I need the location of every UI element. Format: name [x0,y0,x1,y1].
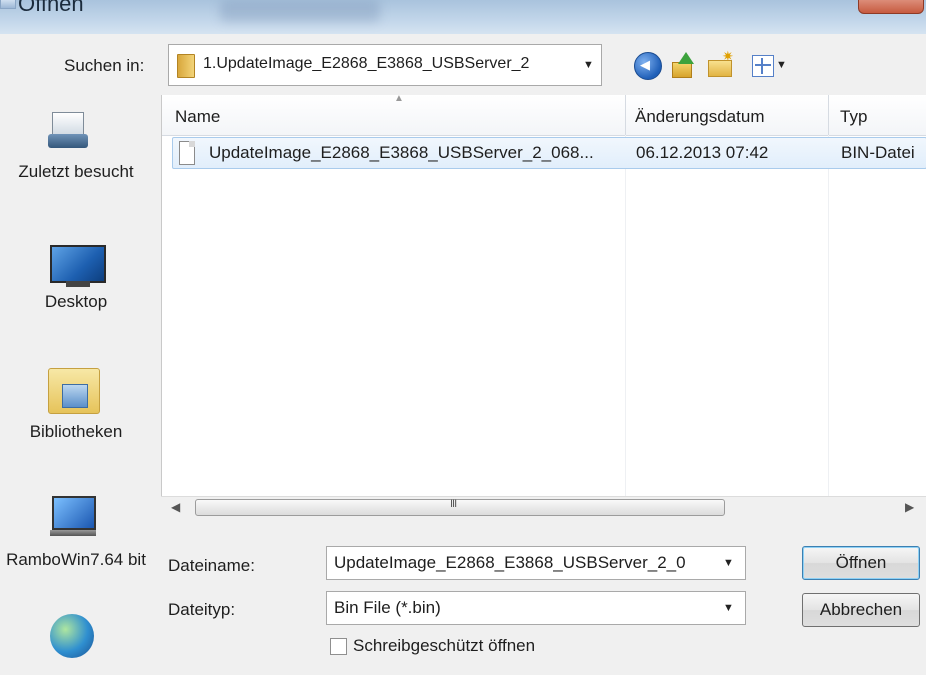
column-gridline [625,135,626,519]
chevron-down-icon[interactable]: ▼ [723,602,734,614]
window-icon [0,0,16,9]
libraries-icon[interactable] [48,368,100,414]
chevron-down-icon[interactable]: ▼ [723,557,734,569]
column-type[interactable]: Typ [840,107,867,127]
column-header-row: ▲ Name Änderungsdatum Typ [162,95,926,136]
filename-combo[interactable]: UpdateImage_E2868_E3868_USBServer_2_0 ▼ [326,546,746,580]
sort-arrow-icon: ▲ [394,95,404,104]
scrollbar-thumb[interactable]: III [195,498,725,516]
desktop-icon[interactable] [50,245,106,287]
recent-places-icon[interactable] [48,108,90,152]
column-divider[interactable] [625,95,626,135]
readonly-checkbox[interactable] [330,638,347,655]
scroll-right-icon[interactable]: ▶ [905,500,914,514]
column-gridline [828,135,829,519]
scrollbar-grip: III [450,498,457,510]
column-name[interactable]: Name [175,107,220,127]
file-name: UpdateImage_E2868_E3868_USBServer_2_068.… [209,143,594,162]
file-icon [179,141,195,165]
lookin-combo[interactable]: 1.UpdateImage_E2868_E3868_USBServer_2 ▼ [168,44,602,86]
filetype-label: Dateityp: [168,600,236,619]
file-type: BIN-Datei [841,143,915,162]
column-date[interactable]: Änderungsdatum [635,107,764,127]
views-dropdown-icon[interactable]: ▼ [776,59,787,71]
filename-input[interactable]: UpdateImage_E2868_E3868_USBServer_2_0 [334,553,714,573]
computer-icon[interactable] [50,496,96,536]
filename-label: Dateiname: [168,556,255,575]
lookin-label: Suchen in: [64,56,145,75]
title-blur [220,0,380,22]
place-desktop[interactable]: Desktop [0,292,152,312]
title-bar: Öffnen [0,0,926,34]
places-bar: Zuletzt besucht Desktop Bibliotheken Ram… [0,88,152,675]
scroll-left-icon[interactable]: ◀ [171,500,180,514]
open-button[interactable]: Öffnen [802,546,920,580]
new-folder-icon[interactable] [708,48,734,78]
file-date: 06.12.2013 07:42 [636,143,769,162]
readonly-label[interactable]: Schreibgeschützt öffnen [353,636,535,656]
table-row[interactable]: UpdateImage_E2868_E3868_USBServer_2_068.… [172,137,926,169]
network-icon[interactable] [50,614,94,658]
folder-icon [177,54,195,78]
up-folder-icon[interactable] [670,52,696,78]
place-recent[interactable]: Zuletzt besucht [0,162,152,182]
views-menu-icon[interactable] [752,55,774,77]
back-arrow-icon[interactable] [634,52,662,80]
filetype-select[interactable]: Bin File (*.bin) ▼ [326,591,746,625]
close-button[interactable] [858,0,924,14]
cancel-button[interactable]: Abbrechen [802,593,920,627]
lookin-value: 1.UpdateImage_E2868_E3868_USBServer_2 [203,55,530,72]
horizontal-scrollbar[interactable]: ◀ III ▶ [161,496,926,519]
place-libraries[interactable]: Bibliotheken [0,422,152,442]
file-list[interactable]: ▲ Name Änderungsdatum Typ UpdateImage_E2… [161,95,926,519]
window-title: Öffnen [18,0,84,16]
place-computer[interactable]: RamboWin7.64 bit [0,550,152,570]
column-divider[interactable] [828,95,829,135]
chevron-down-icon[interactable]: ▼ [583,59,594,71]
filetype-value: Bin File (*.bin) [334,598,441,617]
